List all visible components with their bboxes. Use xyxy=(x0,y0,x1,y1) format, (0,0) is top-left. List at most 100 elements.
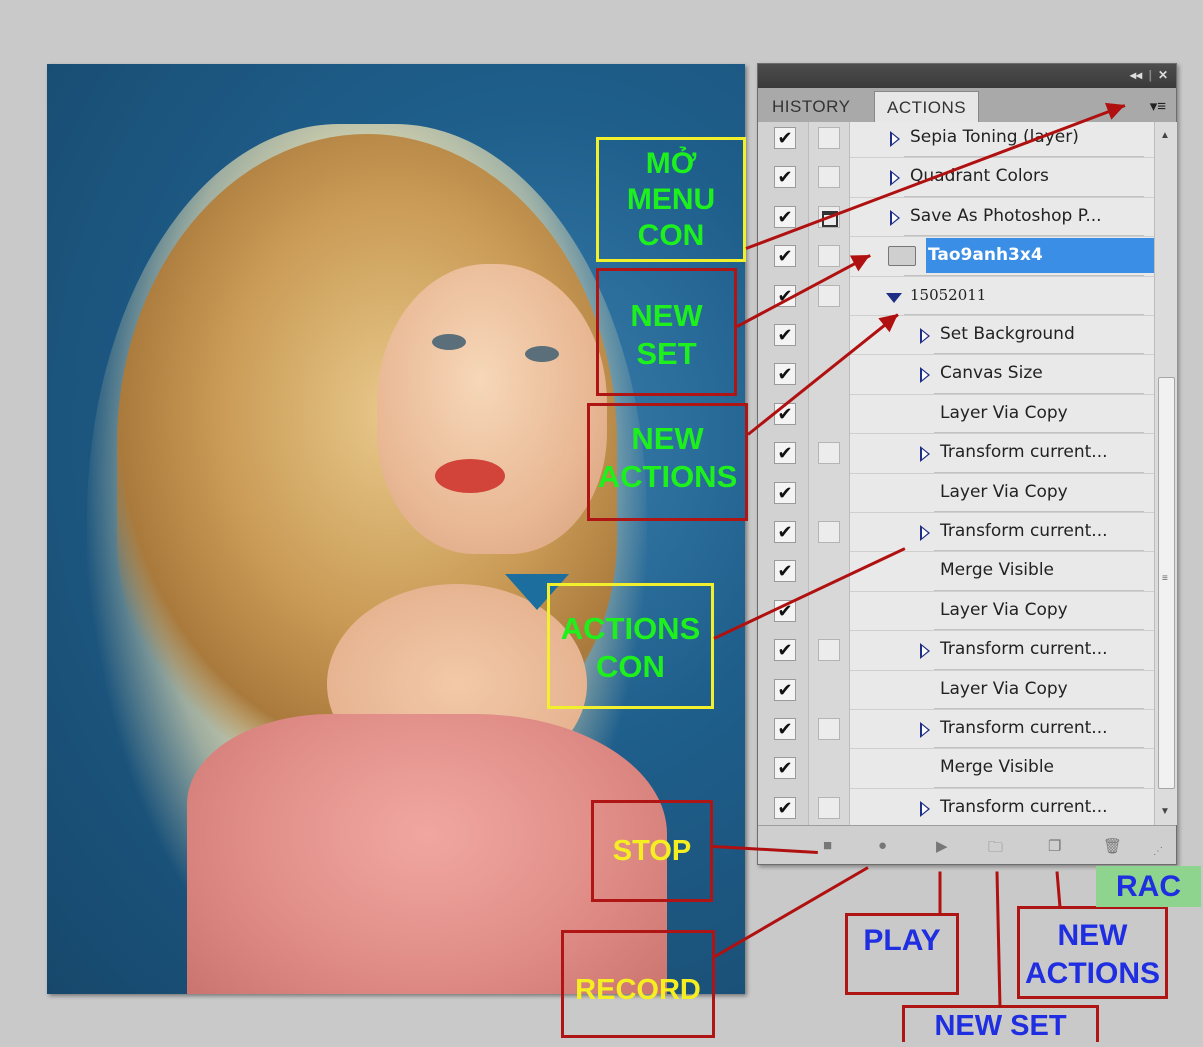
photo-eye-right xyxy=(525,346,559,362)
action-row[interactable]: ✔ Layer Via Copy xyxy=(758,590,1154,632)
annotation-stop: STOP xyxy=(591,800,713,902)
tab-actions[interactable]: ACTIONS xyxy=(874,91,980,123)
dialog-toggle-icon[interactable] xyxy=(818,639,840,662)
toggle-column: ✔ xyxy=(758,787,809,825)
action-row[interactable]: ✔ Transform current... xyxy=(758,787,1154,825)
action-row[interactable]: ✔ Layer Via Copy xyxy=(758,393,1154,435)
toggle-checkbox[interactable]: ✔ xyxy=(774,127,796,149)
toggle-checkbox[interactable]: ✔ xyxy=(774,521,796,543)
toggle-checkbox[interactable]: ✔ xyxy=(774,442,796,465)
dialog-toggle-icon[interactable] xyxy=(818,284,840,307)
scroll-thumb[interactable]: ≡ xyxy=(1158,377,1175,789)
dialog-column xyxy=(809,315,850,355)
action-label: Save As Photoshop P... xyxy=(910,205,1102,226)
toggle-checkbox[interactable]: ✔ xyxy=(774,718,796,740)
dialog-toggle-icon[interactable] xyxy=(818,521,840,543)
annotation-record: RECORD xyxy=(561,930,715,1038)
collapse-arrow-icon[interactable] xyxy=(886,292,902,303)
action-row[interactable]: ✔ Sepia Toning (layer) xyxy=(758,122,1154,159)
expand-arrow-icon[interactable] xyxy=(920,328,930,344)
toggle-checkbox[interactable]: ✔ xyxy=(774,166,796,189)
resize-grip-icon[interactable]: ⋰ xyxy=(1153,846,1163,857)
toggle-checkbox[interactable]: ✔ xyxy=(774,481,796,504)
toggle-checkbox[interactable]: ✔ xyxy=(774,757,796,780)
panel-menu-icon[interactable]: ▾≡ xyxy=(1150,97,1166,115)
dialog-toggle-icon[interactable] xyxy=(818,442,840,465)
toggle-checkbox[interactable]: ✔ xyxy=(774,796,796,819)
action-row[interactable]: ✔ Quadrant Colors xyxy=(758,157,1154,198)
action-row[interactable]: ✔ Set Background xyxy=(758,315,1154,356)
scroll-up-icon[interactable]: ▲ xyxy=(1160,130,1170,141)
annotation-play: PLAY xyxy=(845,913,959,995)
grip-icon: ≡ xyxy=(1162,573,1168,584)
action-label: Merge Visible xyxy=(940,757,1055,778)
expand-arrow-icon[interactable] xyxy=(920,525,930,541)
action-row[interactable]: ✔ Layer Via Copy xyxy=(758,669,1154,710)
expand-arrow-icon[interactable] xyxy=(890,170,900,187)
action-row[interactable]: ✔ Transform current... xyxy=(758,709,1154,750)
action-row[interactable]: ✔ Merge Visible xyxy=(758,748,1154,789)
arrow-line xyxy=(1055,871,1062,908)
action-label: Sepia Toning (layer) xyxy=(910,127,1079,147)
expand-arrow-icon[interactable] xyxy=(920,643,930,660)
toggle-column: ✔ xyxy=(758,354,809,394)
action-label: Transform current... xyxy=(940,639,1108,660)
expand-arrow-icon[interactable] xyxy=(920,367,930,384)
new-set-button[interactable]: 🗀 xyxy=(988,837,1003,862)
panel-titlebar: ◂◂ | ✕ xyxy=(758,64,1176,88)
toggle-checkbox[interactable]: ✔ xyxy=(774,205,796,228)
folder-icon xyxy=(888,246,916,267)
delete-button[interactable]: 🗑 xyxy=(1103,837,1122,855)
close-icon[interactable]: ✕ xyxy=(1158,68,1168,82)
action-label: Transform current... xyxy=(940,796,1108,817)
toggle-column: ✔ xyxy=(758,122,809,158)
toggle-checkbox[interactable]: ✔ xyxy=(774,678,796,701)
action-row[interactable]: ✔ Transform current... xyxy=(758,630,1154,671)
tab-history[interactable]: HISTORY xyxy=(760,91,862,122)
action-row[interactable]: ✔ Layer Via Copy xyxy=(758,472,1154,513)
toggle-checkbox[interactable]: ✔ xyxy=(774,560,796,583)
toggle-column: ✔ xyxy=(758,630,809,670)
annotation-new-actions: NEW ACTIONS xyxy=(587,403,748,521)
expand-arrow-icon[interactable] xyxy=(920,800,930,817)
new-action-button[interactable]: ❐ xyxy=(1048,837,1061,855)
action-row[interactable]: ✔ Save As Photoshop P... xyxy=(758,196,1154,238)
toggle-column: ✔ xyxy=(758,157,809,197)
toggle-checkbox[interactable]: ✔ xyxy=(774,363,796,386)
stop-button[interactable]: ■ xyxy=(823,837,832,854)
play-button[interactable]: ▶ xyxy=(936,837,948,855)
toggle-checkbox[interactable]: ✔ xyxy=(774,324,796,346)
expand-arrow-icon[interactable] xyxy=(890,209,900,226)
action-label: Set Background xyxy=(940,324,1075,344)
toggle-column: ✔ xyxy=(758,512,809,552)
action-label: Layer Via Copy xyxy=(940,402,1068,423)
expand-arrow-icon[interactable] xyxy=(890,131,900,147)
toggle-checkbox[interactable]: ✔ xyxy=(774,245,796,268)
toggle-checkbox[interactable]: ✔ xyxy=(774,639,796,662)
toggle-column: ✔ xyxy=(758,472,809,512)
dialog-toggle-icon[interactable] xyxy=(818,796,840,819)
dialog-toggle-icon[interactable] xyxy=(818,245,840,268)
scroll-down-icon[interactable]: ▼ xyxy=(1160,806,1170,817)
action-row[interactable]: ✔ Transform current... xyxy=(758,433,1154,474)
scrollbar[interactable]: ▲ ≡ ▼ xyxy=(1154,122,1177,825)
expand-arrow-icon[interactable] xyxy=(920,722,930,738)
action-label: Layer Via Copy xyxy=(940,481,1068,502)
dialog-toggle-icon[interactable] xyxy=(818,127,840,149)
actions-panel: ◂◂ | ✕ HISTORY ACTIONS ▾≡ ✔ Sepia Toning … xyxy=(757,63,1177,865)
expand-arrow-icon[interactable] xyxy=(920,446,930,463)
photo-lips xyxy=(435,459,505,493)
record-button[interactable]: ● xyxy=(878,837,887,854)
action-row[interactable]: ✔ Canvas Size xyxy=(758,354,1154,395)
action-row[interactable]: ✔ Tao9anh3x4 xyxy=(758,236,1154,277)
dialog-toggle-icon[interactable] xyxy=(818,166,840,189)
action-row[interactable]: ✔ Merge Visible xyxy=(758,551,1154,592)
toggle-column: ✔ xyxy=(758,669,809,709)
collapse-icon[interactable]: ◂◂ xyxy=(1130,68,1142,82)
toggle-column: ✔ xyxy=(758,433,809,473)
dialog-toggle-icon[interactable] xyxy=(818,718,840,740)
action-row[interactable]: ✔ Transform current... xyxy=(758,512,1154,553)
action-label: Tao9anh3x4 xyxy=(928,245,1043,266)
arrow-line xyxy=(938,871,942,915)
dialog-column xyxy=(809,512,850,552)
